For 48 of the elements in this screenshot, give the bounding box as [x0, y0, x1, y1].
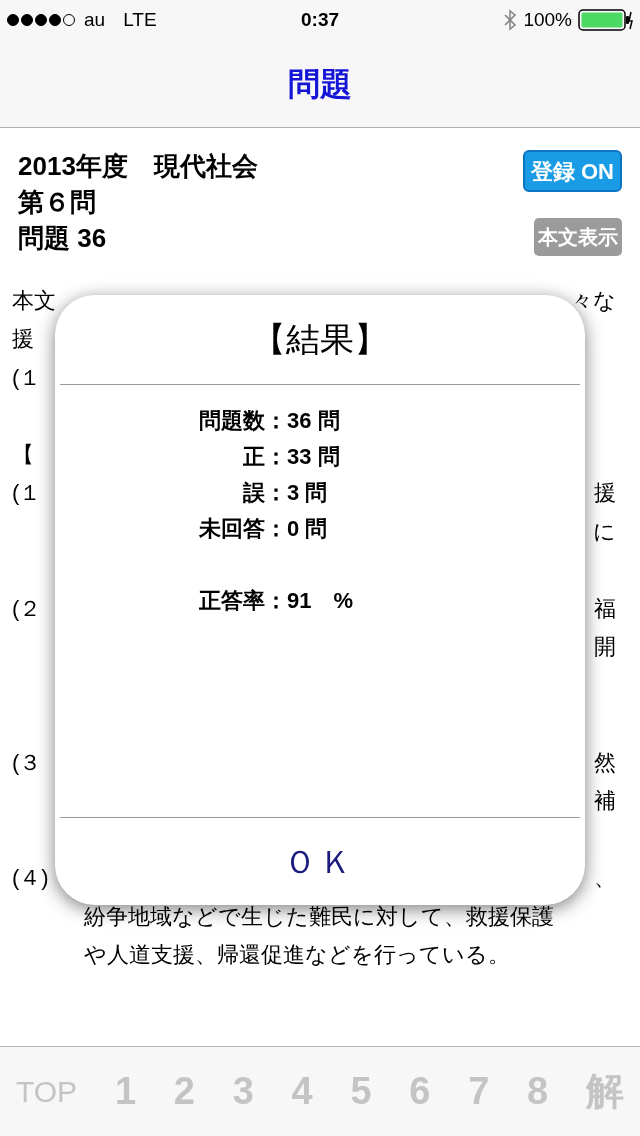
battery-percent: 100%	[523, 7, 572, 32]
signal-icon	[6, 13, 76, 27]
body-text: 々な	[571, 286, 617, 315]
nav-title: 問題	[288, 64, 352, 104]
body-text: 福	[594, 594, 617, 623]
dialog-title: 【結果】	[252, 319, 388, 360]
body-text: 【	[12, 440, 34, 469]
body-text: (３	[12, 748, 42, 777]
body-text: 本文	[12, 286, 56, 315]
body-text: (２	[12, 594, 42, 623]
bluetooth-icon	[503, 9, 518, 31]
carrier: au	[84, 7, 106, 32]
header-button[interactable]: 本文表示	[534, 218, 622, 256]
clock: 0:37	[300, 7, 340, 32]
question-heading: 問題 36	[18, 222, 108, 255]
body-text: 補	[594, 787, 617, 816]
stat-label: 正答率	[198, 587, 265, 615]
ok-button[interactable]: ＯＫ	[284, 837, 356, 886]
colon: ：	[265, 515, 287, 543]
body-text: 援	[594, 479, 617, 508]
body-text: (１	[12, 363, 42, 392]
stat-value: 0 問	[287, 515, 328, 543]
body-text: 、	[594, 864, 617, 893]
body-text: や人道支援、帰還促進などを行っている。	[84, 941, 510, 970]
body-text: 然	[594, 748, 617, 777]
colon: ：	[265, 479, 287, 507]
body-text: (４)	[12, 864, 49, 893]
battery-icon	[578, 9, 634, 31]
header-button[interactable]: 登録 ON	[522, 150, 622, 192]
network-type: LTE	[123, 7, 157, 32]
body-text: 開	[594, 633, 617, 662]
stat-value: 3 問	[287, 479, 328, 507]
colon: ：	[265, 407, 287, 435]
stat-label: 未回答	[198, 515, 265, 543]
stat-value: 33 問	[287, 443, 340, 471]
colon: ：	[265, 443, 287, 471]
body-text: 紛争地域などで生じた難民に対して、救援保護	[84, 902, 554, 931]
stat-label: 誤	[242, 479, 265, 507]
stat-label: 問題数	[198, 407, 265, 435]
stat-value: 91 %	[287, 587, 354, 615]
question-heading: 第６問	[18, 186, 97, 219]
body-text: に	[593, 517, 617, 546]
question-heading: 2013年度 現代社会	[18, 150, 258, 183]
stat-label: 正	[242, 443, 265, 471]
body-text: 援	[12, 325, 34, 354]
body-text: (１	[12, 479, 42, 508]
stat-value: 36 問	[287, 407, 340, 435]
colon: ：	[265, 587, 287, 615]
